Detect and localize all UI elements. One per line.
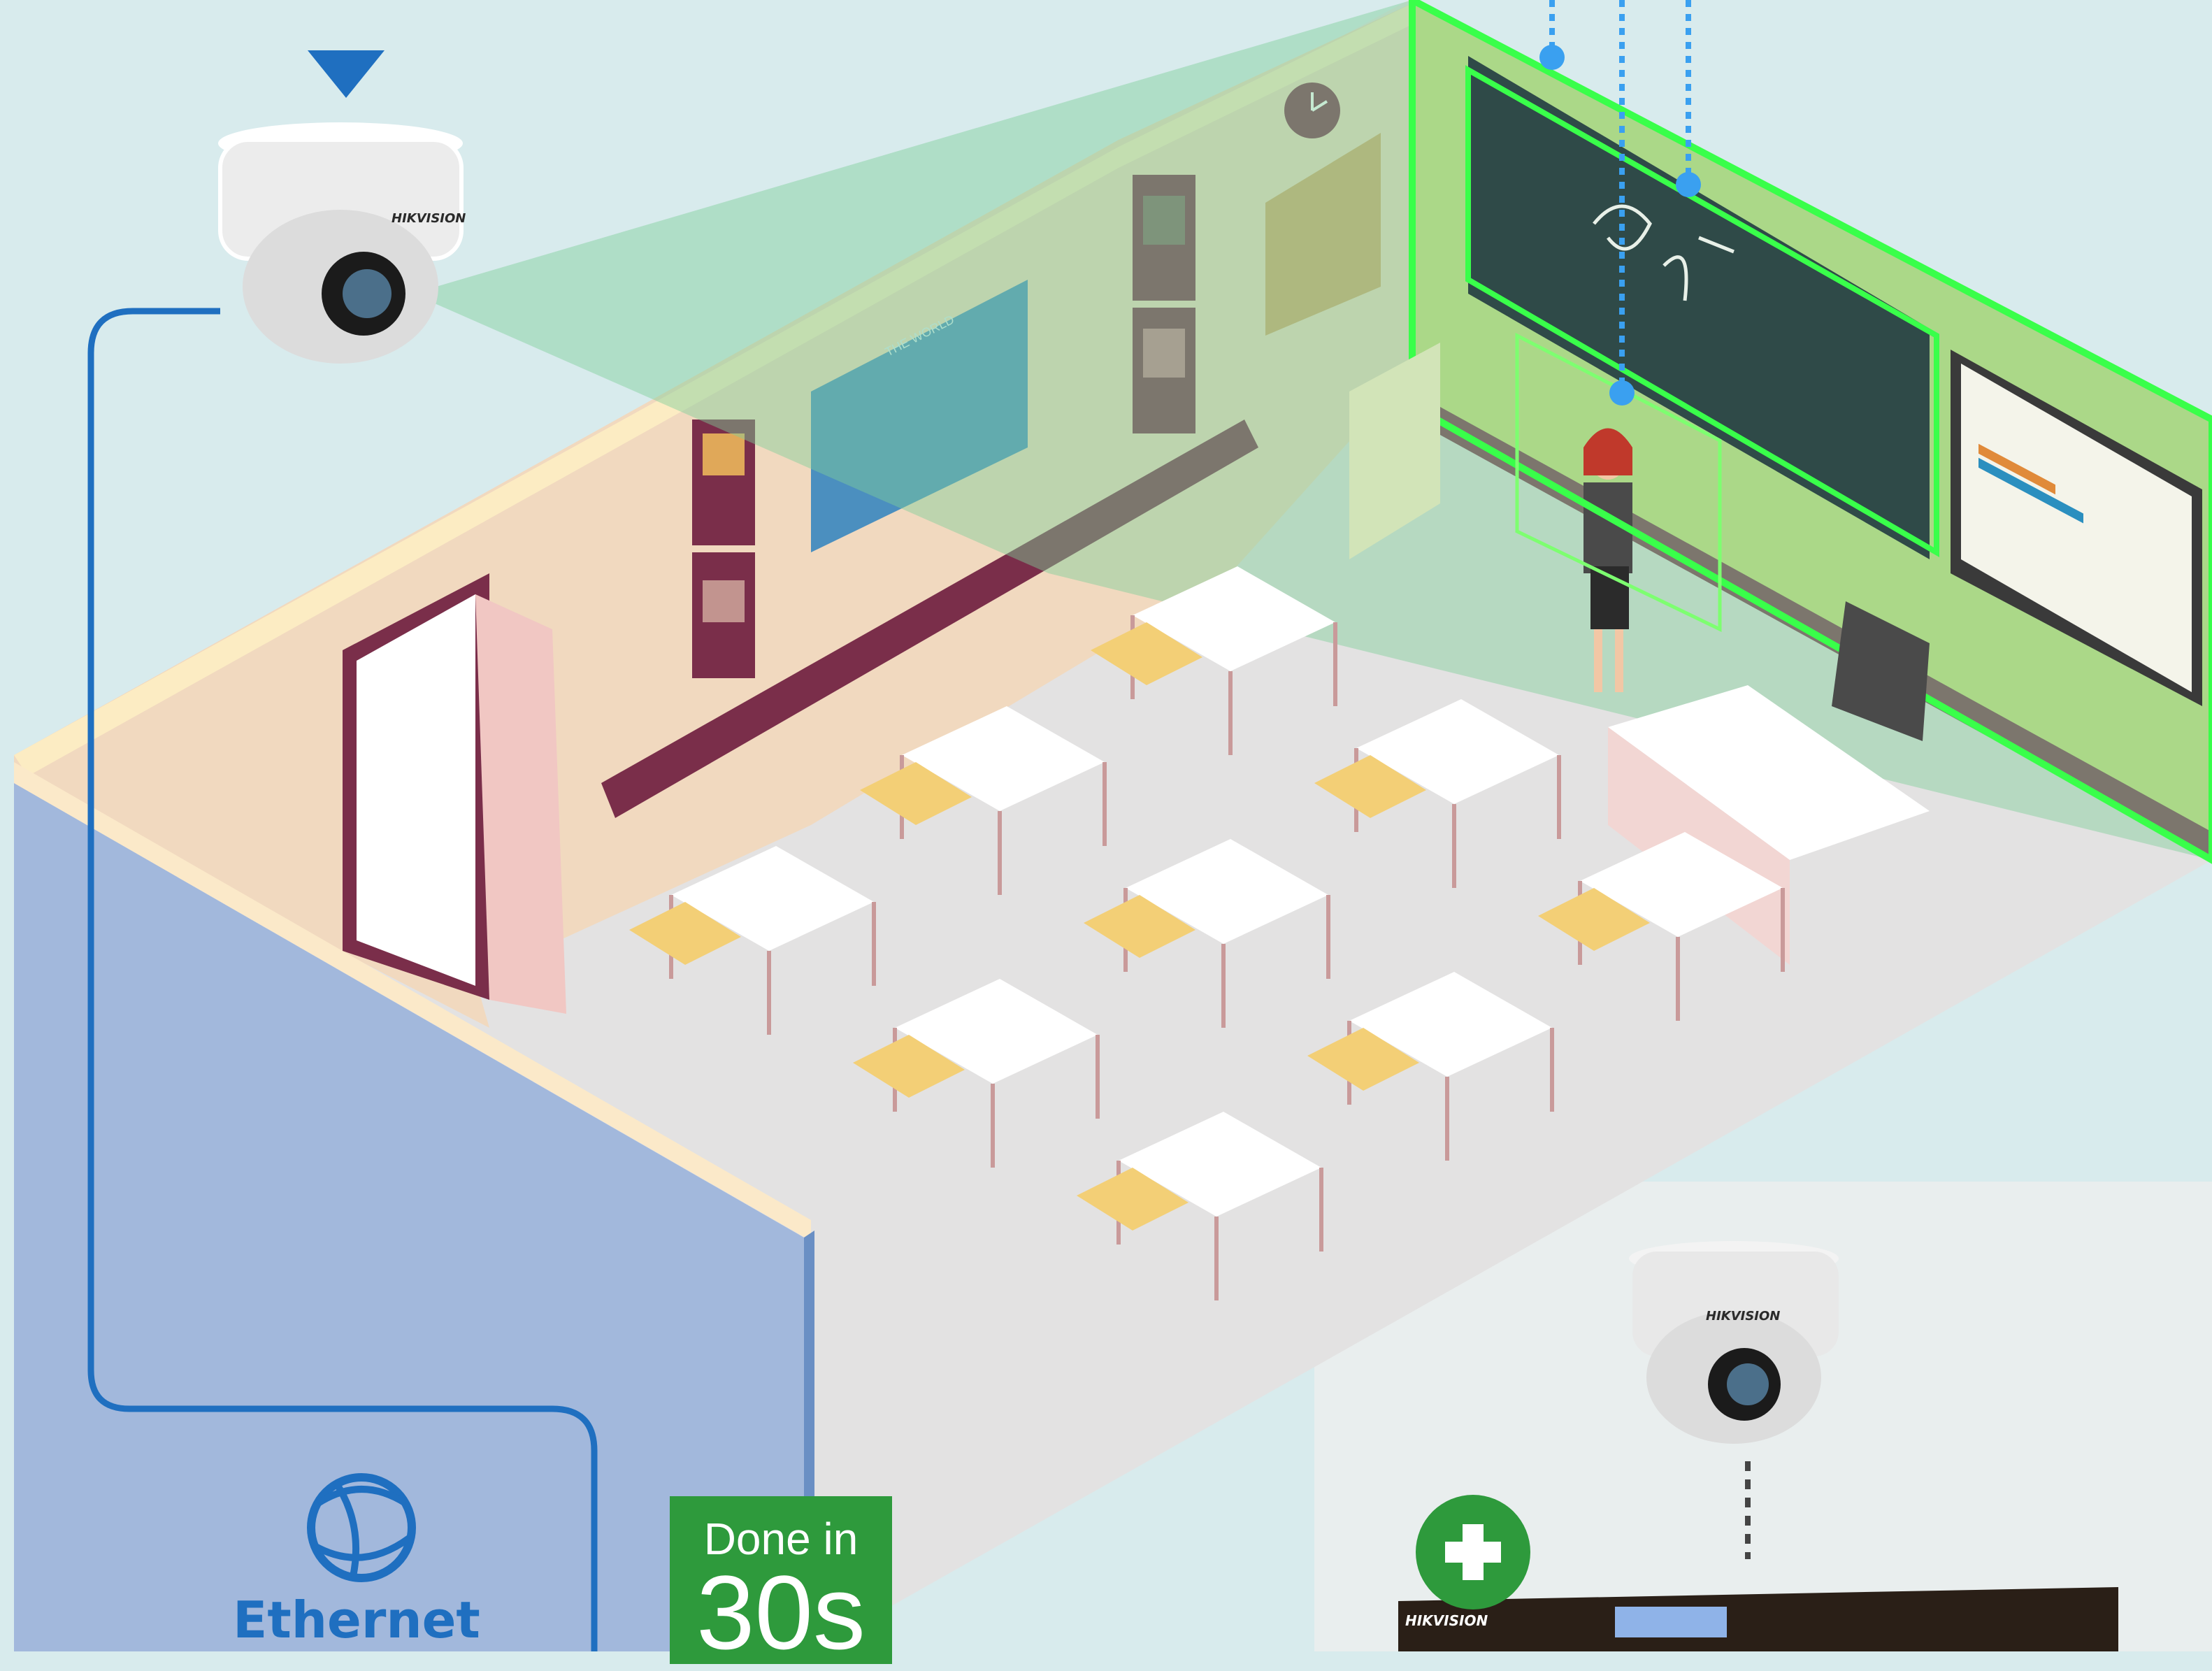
dome-camera-secondary[interactable]: HIKVISION: [1629, 1241, 1839, 1444]
camera-brand-label: HIKVISION: [392, 211, 466, 226]
scene-svg: THE WORLD HIKVISION HIKVISION HIKVISION: [0, 0, 2212, 1651]
add-device-button[interactable]: [1416, 1495, 1530, 1609]
classroom-illustration: THE WORLD HIKVISION HIKVISION HIKVISION: [0, 0, 2212, 1651]
door: [475, 594, 566, 1014]
ethernet-label: Ethernet: [233, 1591, 480, 1649]
camera-secondary-brand-label: HIKVISION: [1706, 1309, 1780, 1324]
badge-line2: 30s: [696, 1554, 866, 1671]
nvr-brand-label: HIKVISION: [1405, 1612, 1488, 1629]
done-badge: Done in 30s: [670, 1496, 892, 1671]
